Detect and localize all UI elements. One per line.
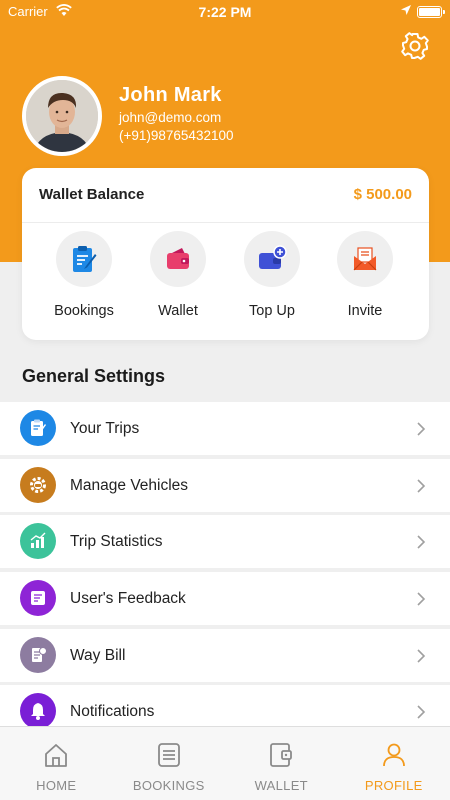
tab-label: HOME xyxy=(36,778,77,793)
clipboard-icon xyxy=(20,410,56,446)
feedback-icon xyxy=(20,580,56,617)
tab-profile[interactable]: PROFILE xyxy=(338,727,450,800)
profile-email: john@demo.com xyxy=(119,110,222,125)
chevron-right-icon xyxy=(416,478,426,499)
top-up-wallet-icon xyxy=(244,231,300,287)
battery-icon xyxy=(417,6,445,18)
tab-label: WALLET xyxy=(254,778,308,793)
bookings-label: Bookings xyxy=(54,303,114,319)
bottom-tab-bar: HOME BOOKINGS WALLET PROFILE xyxy=(0,726,450,800)
wallet-card: Wallet Balance $ 500.00 Bookings Wallet … xyxy=(22,168,429,340)
menu-item-manage-vehicles[interactable]: Manage Vehicles xyxy=(0,458,450,512)
bill-icon xyxy=(20,636,56,673)
gear-icon[interactable] xyxy=(400,31,430,61)
tab-wallet[interactable]: WALLET xyxy=(225,727,338,800)
wallet-balance-amount: $ 500.00 xyxy=(353,186,412,203)
menu-item-label: Your Trips xyxy=(70,420,140,437)
chevron-right-icon xyxy=(416,591,426,612)
settings-list: Your Trips Manage Vehicles Trip Statisti… xyxy=(0,402,450,742)
invite-label: Invite xyxy=(347,303,383,319)
menu-item-label: Notifications xyxy=(70,703,155,721)
user-icon xyxy=(338,741,450,769)
clock: 7:22 PM xyxy=(198,4,252,20)
profile-phone: (+91)98765432100 xyxy=(119,128,234,143)
wallet-balance-title: Wallet Balance xyxy=(39,186,145,203)
wallet-button[interactable]: Wallet xyxy=(133,231,223,319)
list-icon xyxy=(113,741,226,769)
menu-item-trip-statistics[interactable]: Trip Statistics xyxy=(0,515,450,569)
chevron-right-icon xyxy=(416,534,426,555)
chevron-right-icon xyxy=(416,421,426,442)
wallet-icon xyxy=(150,231,206,287)
profile-name: John Mark xyxy=(119,84,222,106)
gear-car-icon xyxy=(20,466,56,503)
home-icon xyxy=(0,741,113,769)
invite-button[interactable]: Invite xyxy=(320,231,410,319)
menu-item-label: Manage Vehicles xyxy=(70,476,189,494)
menu-item-label: User's Feedback xyxy=(70,590,186,608)
menu-item-label: Trip Statistics xyxy=(70,533,163,551)
chart-icon xyxy=(20,523,56,560)
top-up-button[interactable]: Top Up xyxy=(227,231,317,319)
tab-home[interactable]: HOME xyxy=(0,727,113,800)
top-up-label: Top Up xyxy=(249,303,295,319)
location-icon xyxy=(400,4,412,19)
chevron-right-icon xyxy=(416,648,426,669)
bookings-button[interactable]: Bookings xyxy=(39,231,129,319)
clipboard-icon xyxy=(56,231,112,287)
tab-bookings[interactable]: BOOKINGS xyxy=(113,727,226,800)
bell-icon xyxy=(20,693,56,730)
status-bar: Carrier 7:22 PM xyxy=(0,0,450,24)
wallet-icon xyxy=(225,741,338,769)
wallet-label: Wallet xyxy=(158,303,198,319)
envelope-icon xyxy=(337,231,393,287)
tab-label: PROFILE xyxy=(364,778,423,793)
chevron-right-icon xyxy=(416,704,426,725)
tab-label: BOOKINGS xyxy=(132,778,205,793)
menu-item-your-trips[interactable]: Your Trips xyxy=(0,402,450,455)
section-title: General Settings xyxy=(22,366,166,386)
menu-item-label: Way Bill xyxy=(70,646,126,664)
avatar[interactable] xyxy=(22,76,102,156)
menu-item-users-feedback[interactable]: User's Feedback xyxy=(0,572,450,626)
menu-item-way-bill[interactable]: Way Bill xyxy=(0,628,450,682)
divider xyxy=(22,222,429,223)
